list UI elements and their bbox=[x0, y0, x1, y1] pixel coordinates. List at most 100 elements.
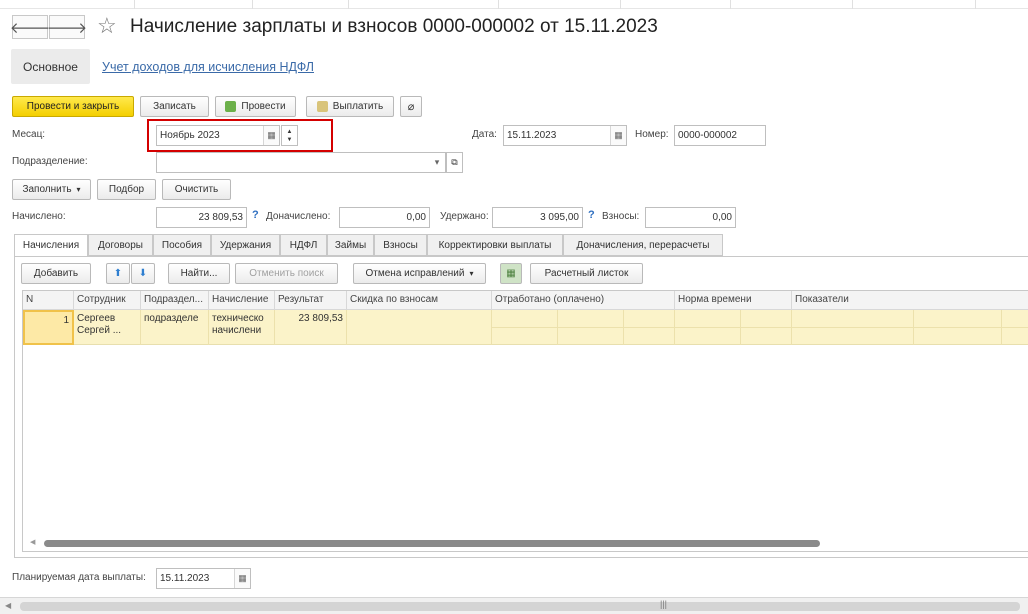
contrib-label: Взносы: bbox=[602, 211, 640, 222]
forward-button[interactable]: 🡒 bbox=[46, 15, 88, 39]
dropdown-icon[interactable]: ▾ bbox=[429, 153, 445, 172]
table-settings-button[interactable]: ▦ bbox=[500, 263, 522, 284]
cell-worked-hours[interactable] bbox=[558, 310, 624, 345]
cell-discount[interactable] bbox=[347, 310, 492, 345]
cancel-search-button[interactable]: Отменить поиск bbox=[235, 263, 338, 284]
date-value: 15.11.2023 bbox=[507, 130, 557, 141]
col-division[interactable]: Подраздел... bbox=[141, 291, 209, 310]
favorite-star-icon[interactable]: ☆ bbox=[97, 14, 117, 38]
add-button[interactable]: Добавить bbox=[21, 263, 91, 284]
month-label: Месац: bbox=[12, 129, 46, 140]
table-row[interactable]: 1 Сергеев Сергей ... подразделе техничес… bbox=[23, 310, 1028, 345]
calendar-icon[interactable]: ▦ bbox=[234, 569, 250, 588]
tab-benefits[interactable]: Пособия bbox=[153, 234, 211, 256]
cell-employee[interactable]: Сергеев Сергей ... bbox=[74, 310, 141, 345]
scrollbar-thumb[interactable] bbox=[44, 540, 820, 547]
col-accrual[interactable]: Начисление bbox=[209, 291, 275, 310]
attach-button[interactable]: ⌀ bbox=[400, 96, 422, 117]
clear-button[interactable]: Очистить bbox=[162, 179, 231, 200]
date-label: Дата: bbox=[472, 129, 497, 140]
arrow-right-icon: 🡒 bbox=[46, 19, 88, 37]
scroll-left-icon[interactable]: ◀ bbox=[30, 538, 35, 546]
cell-worked-extra[interactable] bbox=[624, 310, 675, 345]
col-time-norm[interactable]: Норма времени bbox=[675, 291, 792, 310]
chevron-down-icon: ▾ bbox=[76, 185, 81, 194]
cancel-fixes-button[interactable]: Отмена исправлений ▾ bbox=[353, 263, 486, 284]
scrollbar-grip-icon: ||| bbox=[660, 599, 668, 609]
cell-indicator-1[interactable] bbox=[792, 310, 914, 345]
top-strip bbox=[0, 0, 1028, 9]
open-icon[interactable]: ⧉ bbox=[446, 152, 463, 173]
tab-payment-corrections[interactable]: Корректировки выплаты bbox=[427, 234, 563, 256]
accrued-label: Начислено: bbox=[12, 211, 66, 222]
extra-field: 0,00 bbox=[339, 207, 430, 228]
post-label: Провести bbox=[241, 101, 286, 112]
chevron-down-icon: ▾ bbox=[469, 269, 474, 278]
payslip-button[interactable]: Расчетный листок bbox=[530, 263, 643, 284]
tab-loans[interactable]: Займы bbox=[327, 234, 374, 256]
col-n[interactable]: N bbox=[23, 291, 74, 310]
post-button[interactable]: Провести bbox=[215, 96, 296, 117]
section-main[interactable]: Основное bbox=[11, 49, 90, 84]
col-discount[interactable]: Скидка по взносам bbox=[347, 291, 492, 310]
tab-contracts[interactable]: Договоры bbox=[88, 234, 153, 256]
grid-add-icon: ▦ bbox=[506, 268, 516, 279]
save-button[interactable]: Записать bbox=[140, 96, 209, 117]
col-result[interactable]: Результат bbox=[275, 291, 347, 310]
pay-date-input[interactable]: 15.11.2023 ▦ bbox=[156, 568, 251, 589]
division-label: Подразделение: bbox=[12, 156, 88, 167]
cell-division[interactable]: подразделе bbox=[141, 310, 209, 345]
fill-label: Заполнить bbox=[22, 184, 72, 195]
number-input[interactable]: 0000-000002 bbox=[674, 125, 766, 146]
col-employee[interactable]: Сотрудник bbox=[74, 291, 141, 310]
col-worked[interactable]: Отработано (оплачено) bbox=[492, 291, 675, 310]
help-icon[interactable]: ? bbox=[588, 209, 595, 221]
ndfl-link[interactable]: Учет доходов для исчисления НДФЛ bbox=[102, 60, 314, 74]
window-horizontal-scrollbar[interactable]: ◀ ||| bbox=[0, 597, 1028, 614]
cell-n[interactable]: 1 bbox=[23, 310, 74, 345]
post-icon bbox=[225, 101, 237, 112]
tab-accruals[interactable]: Начисления bbox=[14, 234, 88, 257]
help-icon[interactable]: ? bbox=[252, 209, 259, 221]
back-button[interactable]: 🡐 bbox=[10, 15, 50, 39]
cell-worked-days[interactable] bbox=[492, 310, 558, 345]
paperclip-icon: ⌀ bbox=[407, 101, 415, 113]
contrib-field: 0,00 bbox=[645, 207, 736, 228]
col-indicators[interactable]: Показатели bbox=[792, 291, 1028, 310]
post-and-close-button[interactable]: Провести и закрыть bbox=[12, 96, 134, 117]
move-down-button[interactable]: ⬇ bbox=[131, 263, 155, 284]
scrollbar-thumb[interactable] bbox=[20, 602, 1020, 611]
cell-indicator-2[interactable] bbox=[914, 310, 1002, 345]
cell-result[interactable]: 23 809,53 bbox=[275, 310, 347, 345]
pay-label: Выплатить bbox=[332, 101, 384, 112]
cell-norm-hours[interactable] bbox=[741, 310, 792, 345]
move-up-button[interactable]: ⬆ bbox=[106, 263, 130, 284]
scroll-left-icon[interactable]: ◀ bbox=[5, 601, 11, 610]
cancel-fixes-label: Отмена исправлений bbox=[365, 268, 465, 279]
highlight-box bbox=[147, 119, 333, 152]
tab-ndfl[interactable]: НДФЛ bbox=[280, 234, 327, 256]
find-button[interactable]: Найти... bbox=[168, 263, 230, 284]
date-input[interactable]: 15.11.2023 ▦ bbox=[503, 125, 627, 146]
page-title: Начисление зарплаты и взносов 0000-00000… bbox=[130, 16, 658, 37]
fill-button[interactable]: Заполнить ▾ bbox=[12, 179, 91, 200]
cell-accrual[interactable]: техническо начислени bbox=[209, 310, 275, 345]
tab-recalculations[interactable]: Доначисления, перерасчеты bbox=[563, 234, 723, 256]
division-input[interactable]: ▾ bbox=[156, 152, 446, 173]
number-label: Номер: bbox=[635, 129, 669, 140]
cell-indicator-3[interactable] bbox=[1002, 310, 1028, 345]
accrued-field: 23 809,53 bbox=[156, 207, 247, 228]
pay-button[interactable]: Выплатить bbox=[306, 96, 394, 117]
pay-icon bbox=[316, 101, 328, 112]
pay-date-label: Планируемая дата выплаты: bbox=[12, 572, 146, 583]
select-button[interactable]: Подбор bbox=[97, 179, 156, 200]
tab-contributions[interactable]: Взносы bbox=[374, 234, 427, 256]
arrow-up-icon: ⬆ bbox=[113, 268, 123, 279]
calendar-icon[interactable]: ▦ bbox=[610, 126, 626, 145]
withheld-label: Удержано: bbox=[440, 211, 489, 222]
tab-deductions[interactable]: Удержания bbox=[211, 234, 280, 256]
table-horizontal-scrollbar[interactable]: ◀ bbox=[24, 538, 1028, 548]
extra-label: Доначислено: bbox=[266, 211, 331, 222]
cell-norm-days[interactable] bbox=[675, 310, 741, 345]
arrow-down-icon: ⬇ bbox=[138, 268, 148, 279]
